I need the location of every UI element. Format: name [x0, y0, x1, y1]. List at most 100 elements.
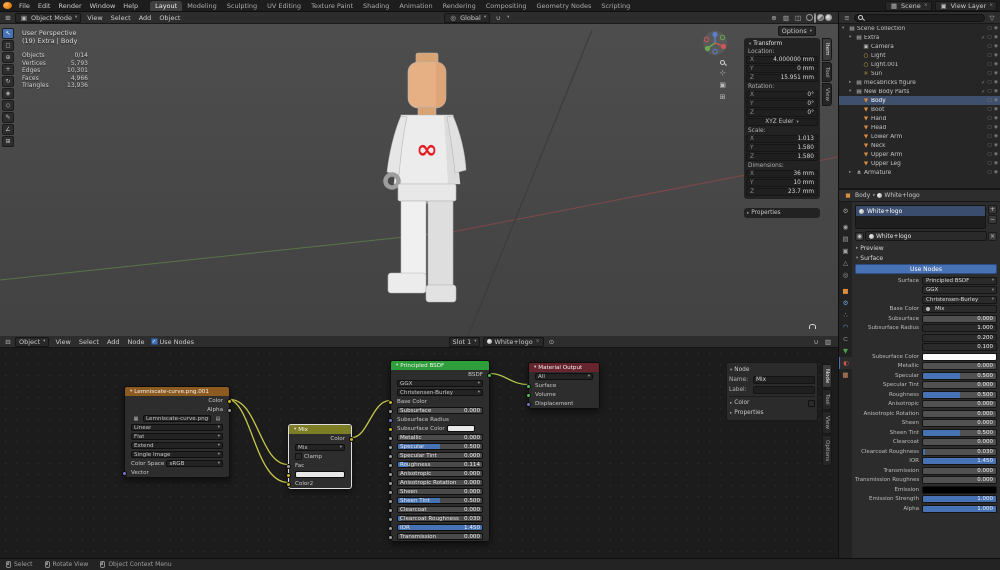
pin-icon[interactable]: ⊙: [547, 338, 557, 346]
specular-tint-slider[interactable]: Specular Tint 0.000: [397, 452, 483, 459]
prop-slider-ior[interactable]: 1.450: [922, 457, 997, 466]
output-target-dropdown[interactable]: All ▾: [535, 373, 593, 380]
mix-node[interactable]: ▾ Mix Color Mix ▾ Clamp Fac Color2: [286, 424, 354, 489]
sheen-tint-input-socket[interactable]: [388, 498, 393, 504]
workspace-tab-texture-paint[interactable]: Texture Paint: [306, 1, 358, 11]
prop-slider-emission-strength[interactable]: 1.000: [922, 495, 997, 504]
properties-collapsed-panel[interactable]: ▸ Properties: [744, 208, 820, 218]
base-color-input-socket[interactable]: [388, 399, 393, 405]
filter-icon[interactable]: ▽: [987, 14, 997, 22]
transform-orientation-dropdown[interactable]: ◎ Global ▾: [444, 12, 491, 23]
add-slot-button[interactable]: +: [988, 205, 997, 214]
surface-panel-header[interactable]: ▾ Surface: [855, 253, 997, 263]
material-output-node-header[interactable]: ▾ Material Output: [529, 363, 599, 372]
shader-menu-add[interactable]: Add: [103, 338, 124, 346]
viewport-3d[interactable]: ⊞ ▣ Object Mode ▾ View Select Add Object ◎ …: [0, 12, 838, 336]
pan-icon[interactable]: ⊹: [720, 69, 726, 77]
hide-viewport-icon[interactable]: ▢: [987, 152, 992, 157]
prop-swatch-subsurface-color[interactable]: [922, 352, 997, 361]
collapse-icon[interactable]: ▾: [294, 427, 296, 432]
material-slot-row[interactable]: White+logo: [856, 206, 985, 216]
collapse-icon[interactable]: ▾: [534, 365, 536, 370]
navigation-gizmo[interactable]: [702, 30, 728, 56]
color-output-socket[interactable]: [227, 398, 232, 404]
subsurface-slider[interactable]: Subsurface 0.000: [397, 407, 483, 414]
field-scale--x[interactable]: X 1.013: [746, 135, 818, 143]
image-interpolation-dropdown[interactable]: Linear ▾: [131, 424, 223, 431]
material-output-node[interactable]: ▾ Material Output All ▾ Surface Volume Displac…: [526, 362, 600, 409]
hide-render-icon[interactable]: ◉: [994, 26, 998, 31]
ior-input-socket[interactable]: [388, 525, 393, 531]
move-tool[interactable]: +: [2, 64, 14, 75]
cursor-tool[interactable]: ⊕: [2, 52, 14, 63]
hide-viewport-icon[interactable]: ▢: [987, 125, 992, 130]
shader-editor[interactable]: ⊟ Object ▾ View Select Add Node ✓ Use Nodes…: [0, 336, 838, 558]
view-layer-unlink-icon[interactable]: ×: [989, 3, 993, 8]
rotation-mode-dropdown[interactable]: XYZ Euler ▾: [746, 118, 818, 126]
properties-tab-data[interactable]: ▼: [839, 345, 852, 357]
principled-bsdf-node[interactable]: ▾ Principled BSDF BSDF GGX ▾ Christensen-Burl…: [388, 360, 492, 542]
hide-render-icon[interactable]: ◉: [994, 44, 998, 49]
open-image-icon[interactable]: ▤: [213, 416, 223, 422]
image-projection-dropdown[interactable]: Flat ▾: [131, 433, 223, 440]
hide-viewport-icon[interactable]: ▢: [987, 134, 992, 139]
outliner-row-lower-arm[interactable]: ▼ Lower Arm ▢ ◉: [839, 132, 1000, 141]
prop-slider-subsurface[interactable]: 0.000: [922, 314, 997, 323]
hide-viewport-icon[interactable]: ▢: [987, 35, 992, 41]
clearcoat-roughness-slider[interactable]: Clearcoat Roughness 0.030: [397, 515, 483, 522]
prop-field-6[interactable]: 0.200: [922, 333, 997, 342]
gizmo-toggle-icon[interactable]: ⊕: [769, 14, 779, 22]
clearcoat-input-socket[interactable]: [388, 507, 393, 513]
prop-slider-transmission-roughness[interactable]: 0.000: [922, 476, 997, 485]
node-panel-header[interactable]: ▾ Node: [729, 365, 815, 375]
menu-render[interactable]: Render: [54, 2, 85, 10]
x-axis-handle[interactable]: [720, 43, 727, 50]
transmission-slider[interactable]: Transmission 0.000: [397, 533, 483, 540]
unlink-icon[interactable]: ×: [536, 339, 540, 344]
field-dimensions--z[interactable]: Z 23.7 mm: [746, 188, 818, 196]
transmission-input-socket[interactable]: [388, 534, 393, 540]
sidebar-tab-tool[interactable]: Tool: [822, 61, 832, 83]
field-rotation--x[interactable]: X 0°: [746, 91, 818, 99]
color2-input-socket[interactable]: [286, 481, 291, 487]
material-slot-dropdown[interactable]: Slot 1 ▾: [448, 336, 481, 347]
anisotropic-input-socket[interactable]: [388, 471, 393, 477]
vector-input-socket[interactable]: [122, 470, 127, 476]
shader-menu-view[interactable]: View: [51, 338, 74, 346]
measure-tool[interactable]: ∠: [2, 124, 14, 135]
menu-edit[interactable]: Edit: [34, 2, 55, 10]
prop-slider-transmission[interactable]: 0.000: [922, 466, 997, 475]
hide-render-icon[interactable]: ◉: [994, 53, 998, 58]
clamp-checkbox[interactable]: [295, 453, 302, 460]
hide-render-icon[interactable]: ◉: [994, 62, 998, 67]
hide-render-icon[interactable]: ◉: [994, 107, 998, 112]
mix-node-header[interactable]: ▾ Mix: [289, 425, 351, 434]
ior-slider[interactable]: IOR 1.450: [397, 524, 483, 531]
viewport-menu-view[interactable]: View: [83, 14, 106, 22]
roughness-input-socket[interactable]: [388, 462, 393, 468]
editor-type-icon[interactable]: ⊟: [3, 338, 13, 346]
alpha-output-socket[interactable]: [227, 407, 232, 413]
hide-viewport-icon[interactable]: ▢: [987, 143, 992, 148]
box-select-tool[interactable]: ◻: [2, 40, 14, 51]
preview-panel-header[interactable]: ▸ Preview: [855, 243, 997, 253]
outliner-row-new-body-parts[interactable]: ▾ ▤ New Body Parts ✓ ▢ ◉: [839, 87, 1000, 96]
field-rotation--y[interactable]: Y 0°: [746, 100, 818, 108]
remove-slot-button[interactable]: −: [988, 215, 997, 224]
hide-viewport-icon[interactable]: ▢: [987, 80, 992, 86]
shader-type-dropdown[interactable]: Object ▾: [15, 336, 50, 347]
node-sidebar-tab-tool[interactable]: Tool: [822, 389, 832, 411]
sheen-tint-slider[interactable]: Sheen Tint 0.500: [397, 497, 483, 504]
anisotropic-slider[interactable]: Anisotropic 0.000: [397, 470, 483, 477]
snap-magnet-icon[interactable]: ∪: [811, 338, 821, 346]
image-texture-node[interactable]: ▾ Lemniscate-curve.png.001 Color Alpha ▦ Lemn…: [122, 386, 232, 478]
outliner-row-scene-collection[interactable]: ▾ ▤ Scene Collection ▢ ◉: [839, 24, 1000, 33]
properties-tab-object[interactable]: ■: [839, 285, 852, 297]
breadcrumb-material[interactable]: White+logo: [884, 192, 919, 199]
hide-render-icon[interactable]: ◉: [994, 35, 998, 41]
sidebar-tab-item[interactable]: Item: [822, 38, 832, 61]
hide-viewport-icon[interactable]: ▢: [987, 107, 992, 112]
field-rotation--z[interactable]: Z 0°: [746, 109, 818, 117]
subsurface-input-socket[interactable]: [388, 408, 393, 414]
outliner-row-body[interactable]: ▼ Body ▢ ◉: [839, 96, 1000, 105]
